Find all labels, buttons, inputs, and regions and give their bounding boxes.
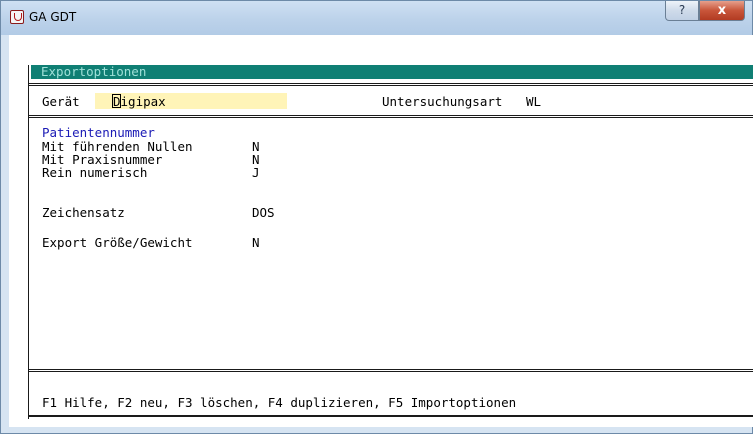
help-button[interactable]: ? [665,1,699,21]
numeric-only-value[interactable]: J [252,166,260,180]
panel-header: Exportoptionen [31,65,753,79]
charset-label: Zeichensatz [42,205,125,220]
numeric-only-label: Rein numerisch [42,165,148,180]
title-bar[interactable]: GA GDT ? x [1,1,752,35]
export-size-weight-label: Export Größe/Gewicht [42,235,193,250]
panel-title: Exportoptionen [41,64,147,79]
frame-left-border [28,65,29,419]
divider-footer [29,415,753,417]
divider-bottom [29,369,753,372]
device-label: Gerät [42,94,80,109]
app-icon[interactable] [10,10,24,24]
export-size-weight-value[interactable]: N [252,236,260,250]
exam-type-value[interactable]: WL [526,95,541,109]
charset-value[interactable]: DOS [252,206,275,220]
divider-middle [29,115,753,118]
console-area: Exportoptionen Gerät Digipax Untersuchun… [9,35,753,427]
app-window: GA GDT ? x Exportoptionen Gerät Digipax … [0,0,753,434]
divider-top [29,83,753,86]
function-keys-hint: F1 Hilfe, F2 neu, F3 löschen, F4 duplizi… [42,395,517,410]
close-button[interactable]: x [699,1,745,21]
exam-type-label: Untersuchungsart [382,94,503,109]
patient-number-section-title: Patientennummer [42,125,155,140]
window-title: GA GDT [29,10,77,24]
text-cursor [112,94,121,108]
